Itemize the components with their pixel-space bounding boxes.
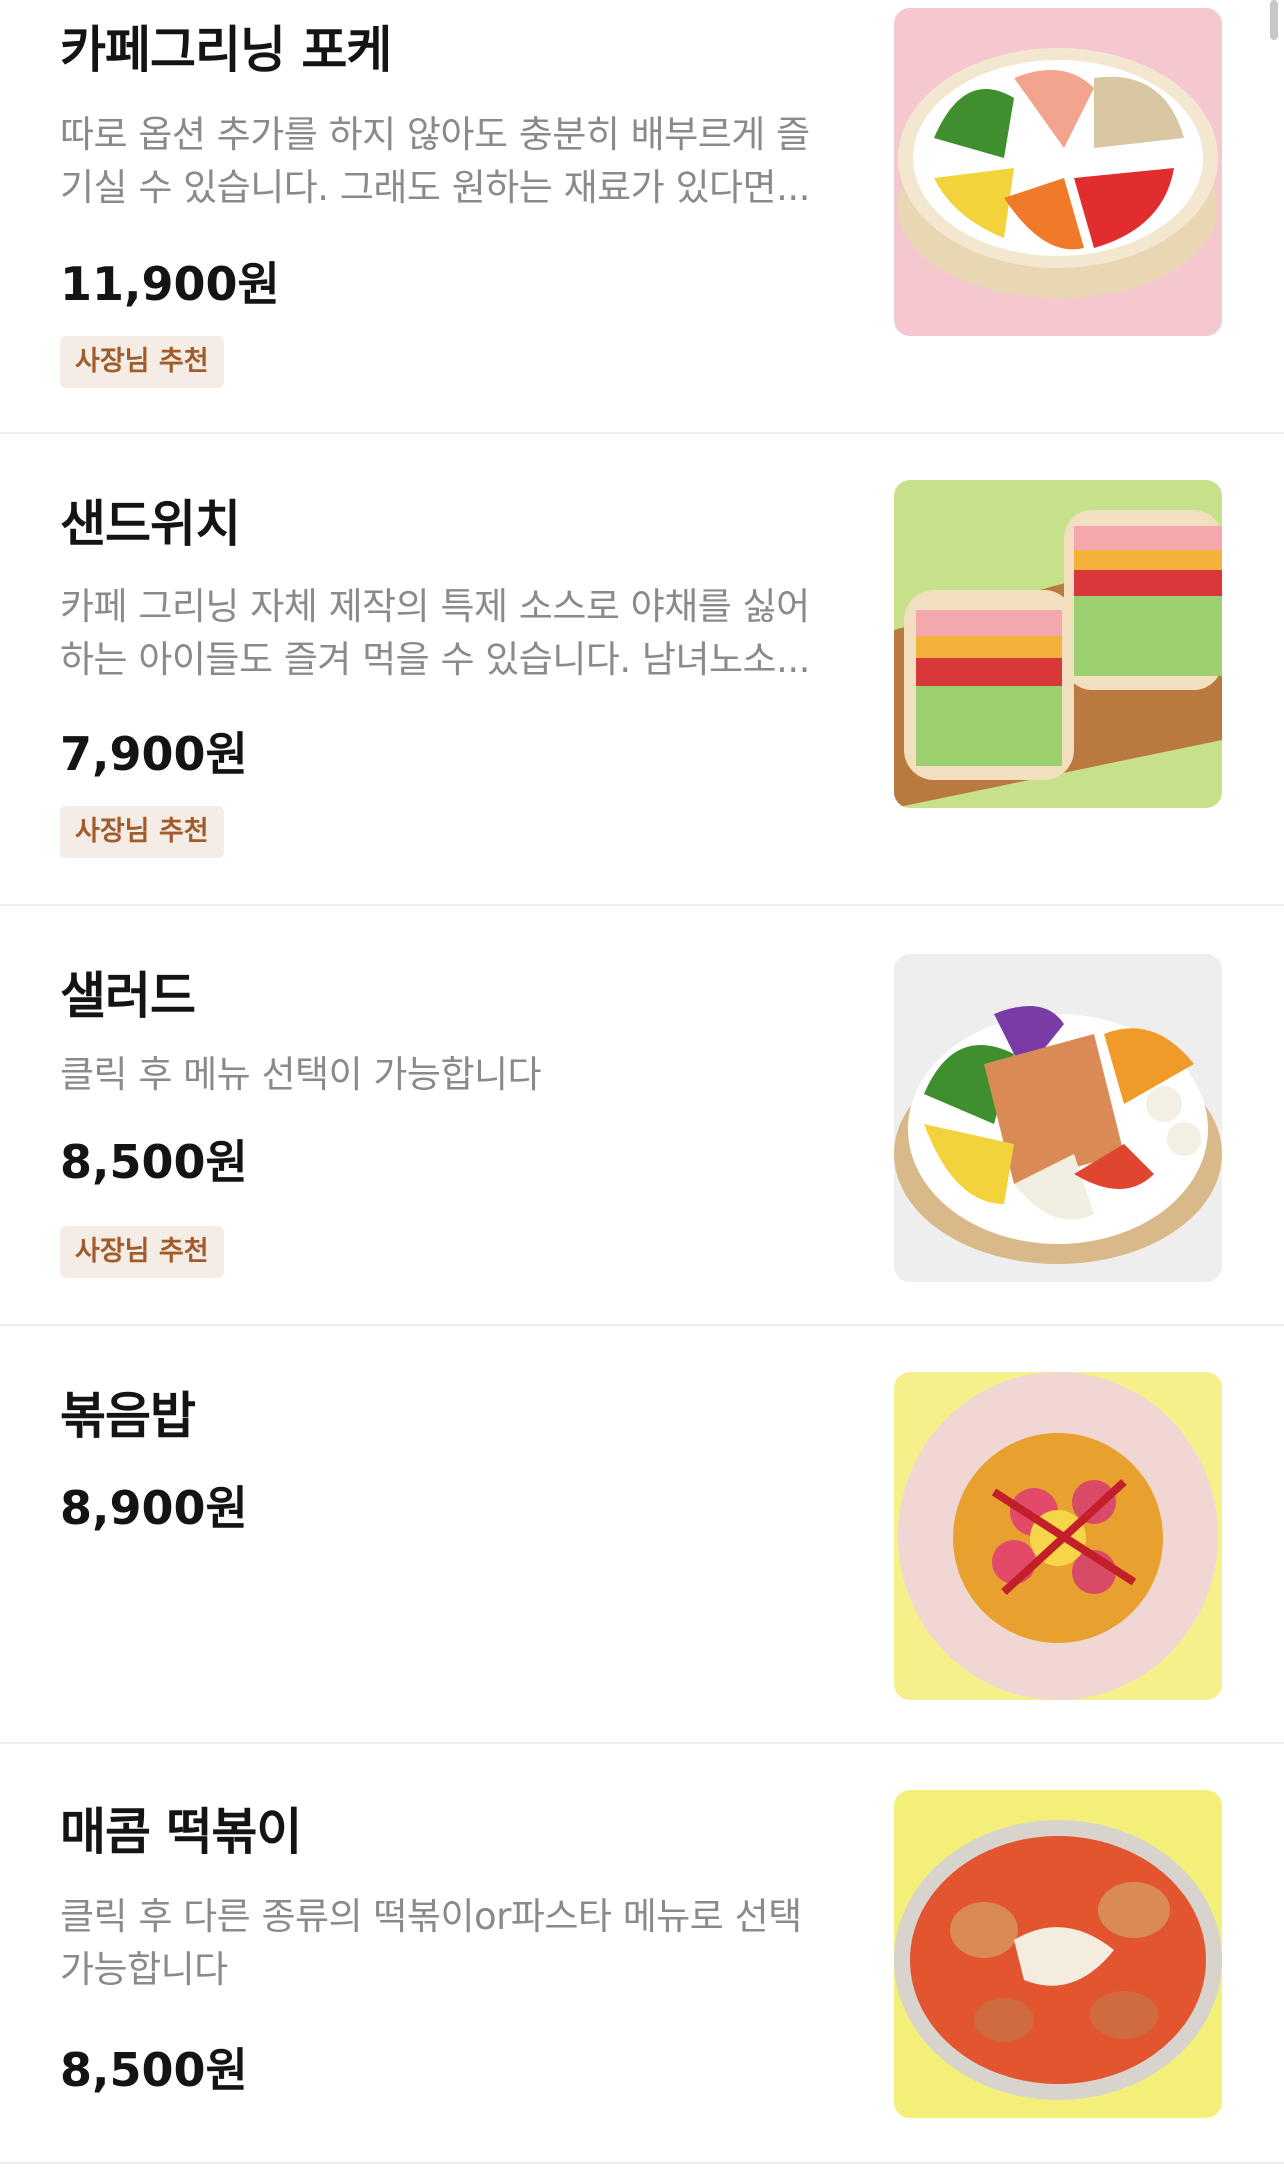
menu-item-price: 8,500원	[60, 2043, 248, 2097]
menu-item-description-line: 클릭 후 메뉴 선택이 가능합니다	[60, 1053, 542, 1096]
recommend-badge: 사장님 추천	[60, 336, 224, 388]
menu-item-description: 따로 옵션 추가를 하지 않아도 충분히 배부르게 즐 기실 수 있습니다. 그…	[60, 108, 860, 214]
menu-item-name: 매콤 떡볶이	[60, 1803, 302, 1861]
menu-item-salad[interactable]: 샐러드 클릭 후 메뉴 선택이 가능합니다 8,500원 사장님 추천	[0, 906, 1284, 1326]
menu-item-poke[interactable]: 카페그리닝 포케 따로 옵션 추가를 하지 않아도 충분히 배부르게 즐 기실 …	[0, 0, 1284, 434]
menu-item-description: 카페 그리닝 자체 제작의 특제 소스로 야채를 싫어 하는 아이들도 즐겨 먹…	[60, 580, 860, 686]
menu-item-price: 8,500원	[60, 1135, 248, 1189]
menu-item-sandwich[interactable]: 샌드위치 카페 그리닝 자체 제작의 특제 소스로 야채를 싫어 하는 아이들도…	[0, 434, 1284, 906]
menu-item-name: 카페그리닝 포케	[60, 21, 392, 79]
menu-item-price: 7,900원	[60, 727, 248, 781]
menu-item-description-line: 따로 옵션 추가를 하지 않아도 충분히 배부르게 즐	[60, 113, 810, 156]
menu-item-price: 11,900원	[60, 257, 280, 311]
menu-list: 카페그리닝 포케 따로 옵션 추가를 하지 않아도 충분히 배부르게 즐 기실 …	[0, 0, 1284, 2164]
menu-item-fried-rice[interactable]: 볶음밥 8,900원	[0, 1326, 1284, 1744]
recommend-badge: 사장님 추천	[60, 1226, 224, 1278]
menu-item-name: 샌드위치	[60, 495, 241, 553]
menu-item-description: 클릭 후 메뉴 선택이 가능합니다	[60, 1048, 860, 1101]
menu-item-description-line: 하는 아이들도 즐겨 먹을 수 있습니다. 남녀노소...	[60, 638, 810, 681]
recommend-badge: 사장님 추천	[60, 806, 224, 858]
menu-item-name: 샐러드	[60, 967, 196, 1025]
menu-item-name: 볶음밥	[60, 1387, 196, 1445]
salad-bowl-image[interactable]	[894, 954, 1222, 1282]
menu-item-description: 클릭 후 다른 종류의 떡볶이or파스타 메뉴로 선택 가능합니다	[60, 1890, 860, 1996]
tteokbokki-image[interactable]	[894, 1790, 1222, 2118]
poke-bowl-image[interactable]	[894, 8, 1222, 336]
menu-item-description-line: 가능합니다	[60, 1948, 228, 1991]
menu-item-tteokbokki[interactable]: 매콤 떡볶이 클릭 후 다른 종류의 떡볶이or파스타 메뉴로 선택 가능합니다…	[0, 1744, 1284, 2164]
fried-rice-image[interactable]	[894, 1372, 1222, 1700]
menu-item-description-line: 기실 수 있습니다. 그래도 원하는 재료가 있다면...	[60, 166, 810, 209]
menu-item-description-line: 카페 그리닝 자체 제작의 특제 소스로 야채를 싫어	[60, 585, 810, 628]
menu-item-price: 8,900원	[60, 1481, 248, 1535]
menu-item-description-line: 클릭 후 다른 종류의 떡볶이or파스타 메뉴로 선택	[60, 1895, 802, 1938]
sandwich-image[interactable]	[894, 480, 1222, 808]
